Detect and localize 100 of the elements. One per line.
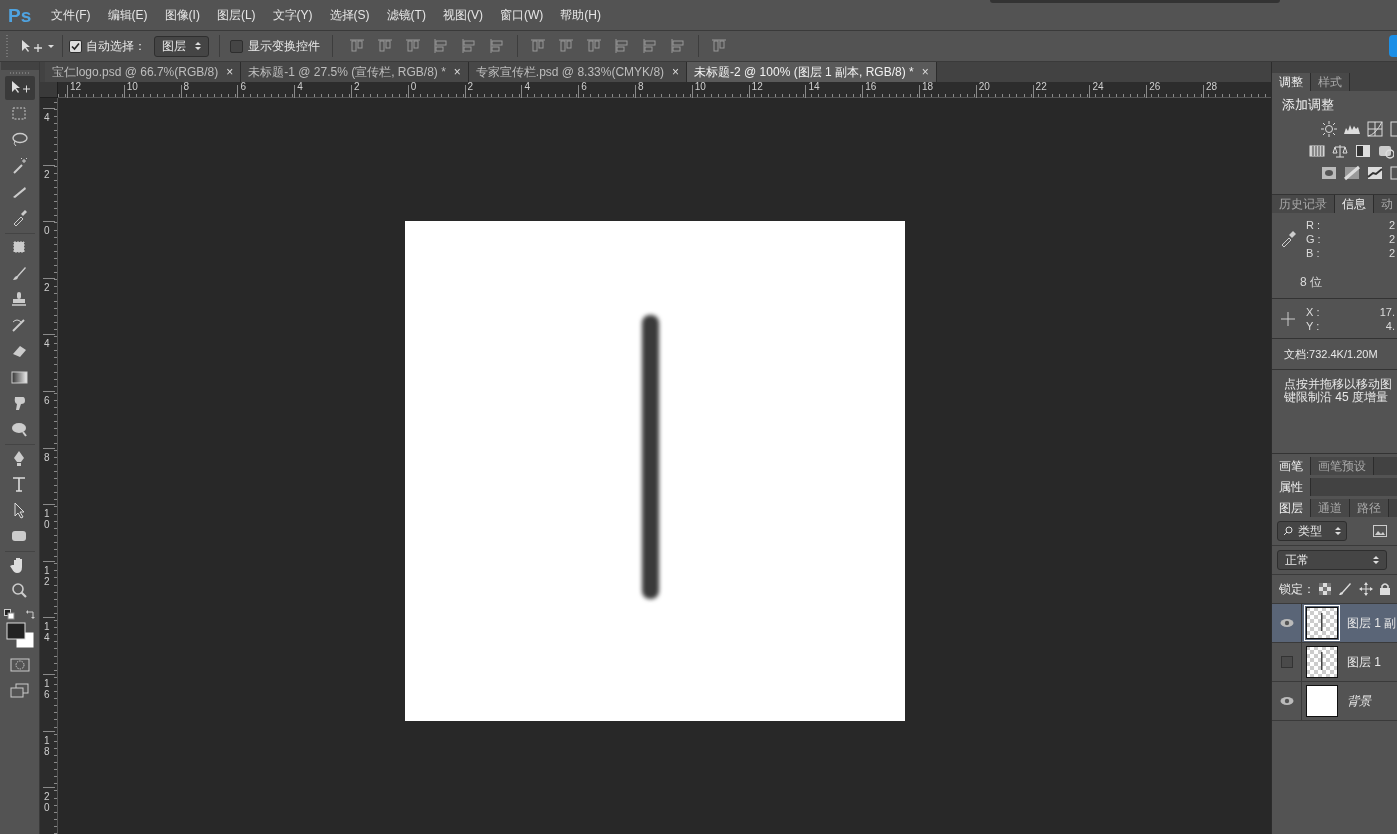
document-size: 文档:732.4K/1.20M [1284, 346, 1379, 362]
lock-label: 锁定： [1279, 581, 1315, 598]
brush-icon[interactable] [1338, 582, 1352, 596]
ruler-label: 4 [44, 112, 51, 123]
dropdown-arrows-icon [1373, 555, 1379, 565]
image-filter-icon[interactable] [1373, 525, 1387, 537]
color-swatches-icon[interactable] [4, 621, 35, 649]
eye-icon[interactable] [1279, 618, 1294, 628]
menu-item[interactable]: 文字(Y) [272, 6, 313, 24]
layer-name: 图层 1 [1347, 654, 1381, 671]
menu-item[interactable]: 滤镜(T) [386, 6, 426, 24]
ruler-label: 14 [44, 621, 51, 644]
posterize-icon[interactable] [1344, 164, 1360, 181]
panel-tab[interactable]: 画笔 [1272, 457, 1311, 475]
info-label: B : [1306, 245, 1320, 260]
document-tab[interactable]: 未标题-2 @ 100% (图层 1 副本, RGB/8) * × [687, 62, 937, 82]
ruler-label: 6 [581, 82, 587, 92]
panel-tab[interactable]: 图层 [1272, 499, 1311, 517]
ruler-label: 10 [126, 82, 138, 92]
half-filled-square-icon[interactable] [1355, 142, 1371, 159]
tab-title: 宝仁logo.psd @ 66.7%(RGB/8) [52, 64, 219, 81]
ruler-label: 26 [1149, 82, 1161, 92]
ruler-label: 12 [70, 82, 82, 92]
layer-dropdown[interactable]: 图层 [154, 35, 209, 57]
info-label: X : [1306, 304, 1320, 319]
hue-bars-icon[interactable] [1309, 142, 1325, 159]
app-logo: Ps [8, 5, 32, 25]
layer-row[interactable]: 图层 1 [1272, 643, 1397, 682]
ruler-label: 10 [44, 508, 51, 531]
crosshair-icon [1280, 310, 1296, 327]
menu-item[interactable]: 图层(L) [216, 6, 256, 24]
checkbox-label: 自动选择： [86, 38, 146, 55]
ruler-label: 12 [44, 564, 51, 587]
panel-tab[interactable]: 调整 [1272, 73, 1311, 91]
grip-handle [6, 35, 8, 57]
dropdown-arrows-icon [1335, 526, 1341, 536]
ruler-label: 6 [44, 395, 51, 406]
menu-item[interactable]: 窗口(W) [499, 6, 544, 24]
brightness-icon[interactable] [1321, 120, 1337, 137]
balance-scale-icon[interactable] [1332, 142, 1348, 159]
ruler-label: 16 [865, 82, 877, 92]
tab-title: 未标题-2 @ 100% (图层 1 副本, RGB/8) * [694, 64, 914, 81]
grip-handle [9, 72, 30, 74]
document-tab[interactable]: 专家宣传栏.psd @ 8.33%(CMYK/8) × [468, 62, 688, 82]
checkerboard-icon[interactable] [1319, 583, 1331, 595]
checkbox[interactable] [69, 39, 82, 53]
document-tab[interactable]: 未标题-1 @ 27.5% (宣传栏, RGB/8) * × [241, 62, 469, 82]
ruler-label: 8 [638, 82, 644, 92]
panel-tab[interactable]: 画笔预设 [1311, 457, 1374, 475]
menu-item[interactable]: 图像(I) [164, 6, 200, 24]
ruler-label: 2 [44, 281, 51, 293]
ruler-label: 4 [524, 82, 530, 92]
ruler-label: 6 [240, 82, 246, 92]
ruler-label: 0 [44, 225, 51, 237]
move-arrows-icon[interactable] [1359, 582, 1373, 596]
ruler-label: 4 [297, 82, 303, 92]
layer-name: 背景 [1347, 693, 1371, 710]
panel-tab[interactable]: 路径 [1350, 499, 1389, 517]
bit-depth: 8 位 [1300, 273, 1323, 291]
blend-mode-dropdown[interactable]: 正常 [1277, 550, 1387, 570]
eye-icon[interactable] [1279, 696, 1294, 706]
layer-row[interactable]: 背景 [1272, 682, 1397, 721]
default-colors-icon[interactable] [3, 608, 15, 620]
lock-icon[interactable] [1380, 583, 1390, 595]
tab-title: 未标题-1 @ 27.5% (宣传栏, RGB/8) * [248, 64, 446, 81]
layer-thumbnail [1306, 607, 1338, 639]
menu-item[interactable]: 视图(V) [442, 6, 483, 24]
close-button[interactable]: × [226, 63, 234, 81]
info-value: 17. [1379, 304, 1395, 319]
panel-tab[interactable]: 属性 [1272, 478, 1311, 496]
screen-mode-icon[interactable] [9, 683, 30, 699]
ruler-label: 18 [922, 82, 934, 92]
search-icon [1283, 526, 1293, 536]
layer-name: 图层 1 副 [1347, 615, 1397, 632]
close-button[interactable]: × [672, 63, 680, 81]
panel-tab[interactable]: 样式 [1311, 73, 1350, 91]
invert-icon[interactable] [1321, 164, 1337, 181]
dropdown-arrows-icon [195, 41, 201, 51]
hint-text: 点按并拖移以移动图 [1284, 378, 1393, 391]
checkbox[interactable] [230, 39, 243, 53]
ruler-label: 4 [44, 338, 51, 350]
panel-tab[interactable]: 通道 [1311, 499, 1350, 517]
menu-item[interactable]: 文件(F) [51, 6, 91, 24]
threshold-icon[interactable] [1367, 164, 1383, 181]
menu-item[interactable]: 编辑(E) [107, 6, 148, 24]
close-button[interactable]: × [921, 63, 929, 81]
ruler-label: 22 [1035, 82, 1047, 92]
menu-item[interactable]: 帮助(H) [560, 6, 601, 24]
ruler-label: 28 [1206, 82, 1218, 92]
document-tab[interactable]: 宝仁logo.psd @ 66.7%(RGB/8) × [45, 62, 242, 82]
close-button[interactable]: × [453, 63, 461, 81]
panel-heading: 添加调整 [1282, 96, 1335, 114]
layer-row[interactable]: 图层 1 副 [1272, 604, 1397, 643]
info-value: 2 [1388, 245, 1395, 260]
swap-arrows-icon[interactable] [24, 608, 36, 620]
quick-mask-icon[interactable] [9, 657, 30, 673]
checkbox-label: 显示变换控件 [248, 38, 320, 55]
menu-item[interactable]: 选择(S) [329, 6, 370, 24]
filter-dropdown[interactable]: 类型 [1277, 521, 1347, 541]
curves-icon[interactable] [1367, 120, 1383, 137]
